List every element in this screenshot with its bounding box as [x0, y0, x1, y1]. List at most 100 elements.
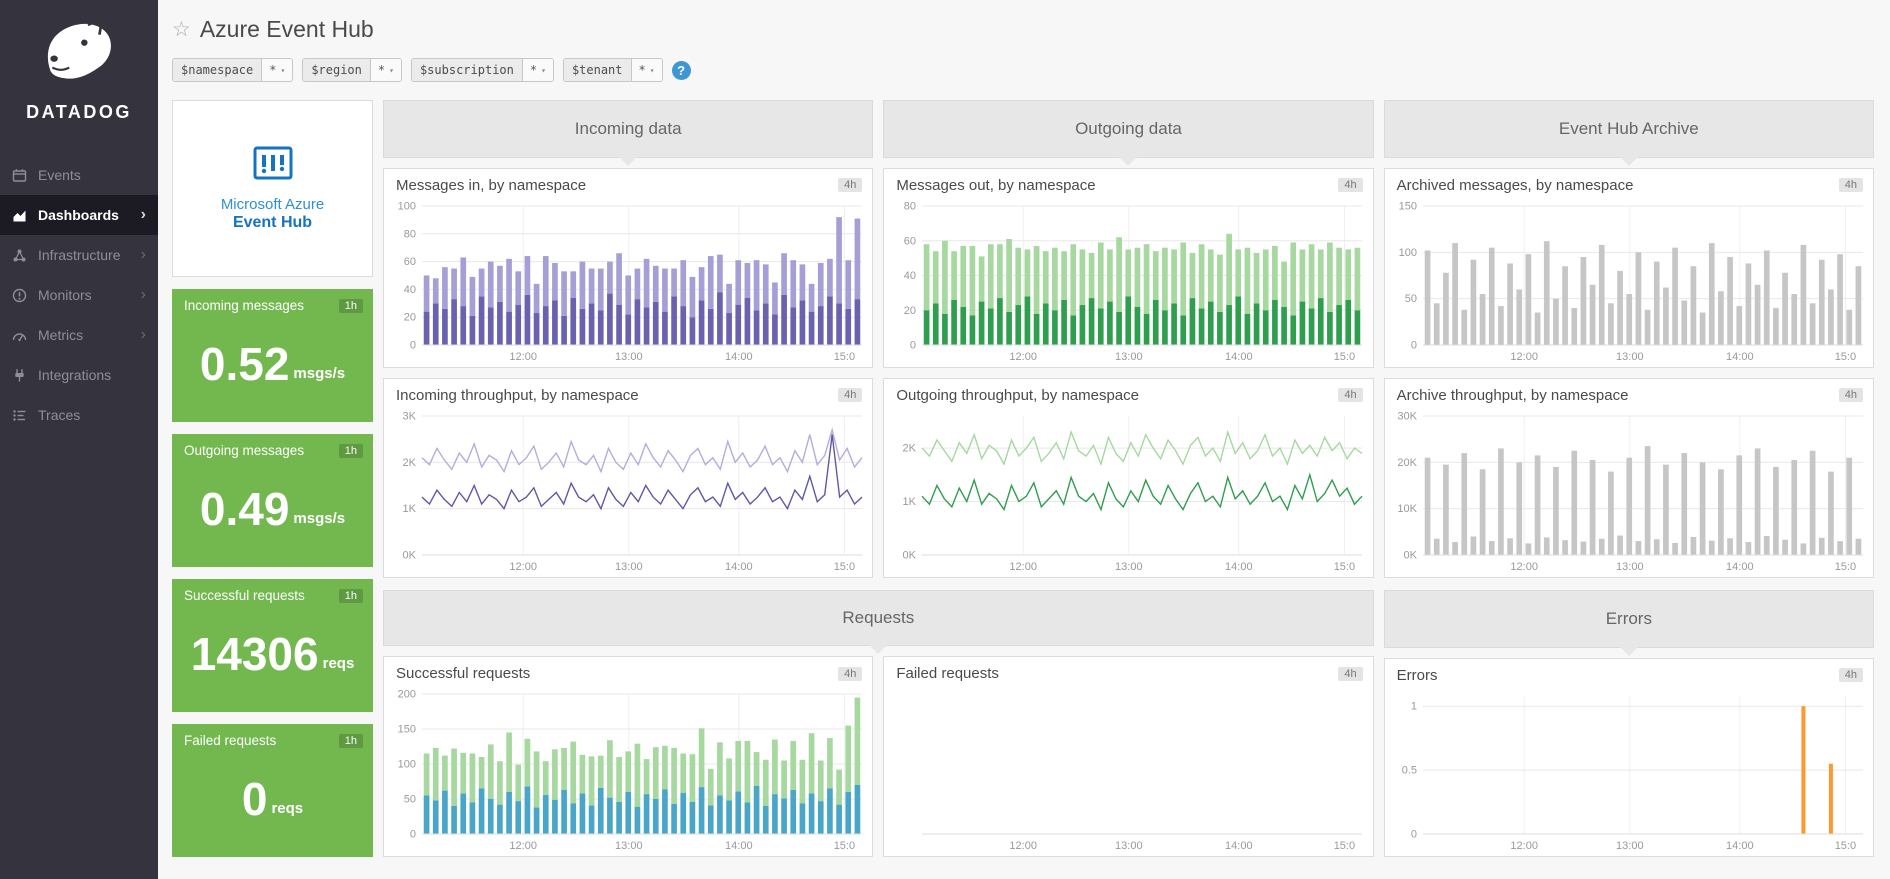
svg-text:12:00: 12:00	[1010, 351, 1038, 363]
caret-down-icon: ▾	[541, 65, 546, 75]
timeframe-badge: 4h	[1338, 666, 1363, 681]
template-var-value: *	[529, 63, 538, 77]
svg-text:14:00: 14:00	[1225, 840, 1253, 852]
sidebar-item-label: Monitors	[38, 287, 92, 303]
chart-plot-area[interactable]: 12:00 13:00 14:00 15:0 0 20 40 60 80	[884, 196, 1372, 367]
svg-text:3K: 3K	[403, 410, 417, 422]
sidebar-item-monitors[interactable]: Monitors ›	[0, 275, 158, 315]
chart-plot-area[interactable]: 12:00 13:00 14:00 15:0 0K 1K 2K 3K	[384, 406, 872, 577]
sidebar-item-integrations[interactable]: Integrations ›	[0, 355, 158, 395]
template-var-subscription[interactable]: $subscription * ▾	[410, 58, 554, 82]
svg-text:14:00: 14:00	[1726, 351, 1754, 363]
svg-text:20: 20	[404, 311, 416, 323]
svg-text:40: 40	[404, 284, 416, 296]
query-value-number: 0.49	[199, 482, 290, 535]
query-value-outgoing-messages: Outgoing messages 1h 0.49 msgs/s	[172, 434, 373, 567]
chart-plot-area[interactable]: 12:00 13:00 14:00 15:0 0K 1K 2K	[884, 406, 1372, 577]
query-value-incoming-messages: Incoming messages 1h 0.52 msgs/s	[172, 289, 373, 422]
svg-text:30K: 30K	[1397, 410, 1417, 422]
chart-messages-in: Messages in, by namespace 4h 12:00 13:00 1…	[383, 167, 874, 368]
sidebar-item-metrics[interactable]: Metrics ›	[0, 315, 158, 355]
svg-text:12:00: 12:00	[1510, 351, 1538, 363]
svg-text:2K: 2K	[403, 457, 417, 469]
sidebar-item-traces[interactable]: Traces ›	[0, 395, 158, 435]
chart-plot-area[interactable]: 12:00 13:00 14:00 15:0 0 0.5 1	[1385, 686, 1873, 856]
template-var-value: *	[377, 63, 386, 77]
query-value-unit: reqs	[271, 799, 304, 817]
svg-text:80: 80	[404, 228, 416, 240]
svg-text:14:00: 14:00	[1225, 351, 1253, 363]
query-value-unit: reqs	[322, 654, 355, 672]
caret-down-icon: ▾	[280, 65, 286, 75]
events-icon	[12, 167, 28, 183]
query-value-label: Incoming messages	[184, 298, 305, 313]
svg-text:50: 50	[404, 794, 416, 806]
chart-plot-area[interactable]: 12:00 13:00 14:00 15:0 0 20 40 60 80 100	[384, 196, 872, 367]
group-header-requests[interactable]: Requests	[383, 590, 1374, 654]
help-icon[interactable]: ?	[671, 60, 691, 80]
chevron-right-icon: ›	[140, 206, 146, 223]
template-var-tenant[interactable]: $tenant * ▾	[562, 58, 663, 82]
group-header-errors[interactable]: Errors	[1383, 590, 1874, 656]
chart-successful-requests: Successful requests 4h 12:00 13:00 14:00 15…	[383, 656, 874, 857]
svg-text:0K: 0K	[1403, 549, 1417, 561]
template-var-region[interactable]: $region * ▾	[302, 58, 402, 82]
datadog-logo[interactable]: DATADOG	[0, 0, 158, 129]
chart-title: Incoming throughput, by namespace	[396, 386, 639, 404]
group-header-outgoing-data[interactable]: Outgoing data	[883, 100, 1374, 166]
query-value-number: 14306	[190, 627, 319, 680]
sidebar-item-infrastructure[interactable]: Infrastructure ›	[0, 235, 158, 275]
chart-archived-messages: Archived messages, by namespace 4h 12:00…	[1383, 167, 1874, 368]
sidebar-item-dashboards[interactable]: Dashboards ›	[0, 195, 158, 235]
group-header-incoming-data[interactable]: Incoming data	[383, 100, 874, 166]
chart-title: Outgoing throughput, by namespace	[896, 386, 1139, 404]
chevron-right-icon: ›	[140, 286, 146, 303]
chart-plot-area[interactable]: 12:00 13:00 14:00 15:0 0 50 100 150	[1385, 196, 1873, 367]
svg-text:13:00: 13:00	[1616, 840, 1644, 852]
sidebar-item-label: Traces	[38, 407, 81, 423]
timeframe-badge: 1h	[338, 298, 363, 313]
group-notch	[1619, 156, 1638, 166]
chart-errors: Errors 4h 12:00 13:00 14:00 15:0 0 0.5 1	[1383, 657, 1874, 857]
svg-text:0K: 0K	[403, 549, 417, 561]
query-value-label: Failed requests	[184, 733, 277, 748]
group-requests: Requests Successful requests 4h 12:00 13:…	[383, 590, 1374, 857]
sidebar-item-events[interactable]: Events ›	[0, 155, 158, 195]
svg-text:0: 0	[410, 339, 416, 351]
chart-plot-area[interactable]: 12:00 13:00 14:00 15:0 0K 10K 20K 30K	[1385, 406, 1873, 577]
svg-text:14:00: 14:00	[725, 351, 753, 363]
svg-text:80: 80	[904, 200, 916, 212]
group-incoming-data: Incoming data Messages in, by namespace …	[383, 100, 874, 578]
template-var-namespace[interactable]: $namespace * ▾	[172, 58, 294, 82]
svg-text:100: 100	[398, 200, 416, 212]
template-var-value: *	[638, 63, 646, 77]
group-notch	[869, 645, 888, 654]
page-title: Azure Event Hub	[199, 15, 374, 42]
timeframe-badge: 1h	[338, 443, 363, 458]
template-var-name: $subscription	[411, 59, 523, 81]
sidebar-item-label: Events	[38, 167, 81, 183]
page-header: ☆ Azure Event Hub $namespace * ▾ $region …	[158, 0, 1890, 84]
group-header-event-hub-archive[interactable]: Event Hub Archive	[1383, 100, 1874, 166]
favorite-star-icon[interactable]: ☆	[172, 19, 191, 40]
sidebar-nav: Events › Dashboards › Infrastructure › M…	[0, 155, 158, 435]
chart-title: Failed requests	[896, 665, 999, 682]
svg-text:15:0: 15:0	[1334, 840, 1355, 852]
chart-plot-area[interactable]: 12:00 13:00 14:00 15:0	[884, 684, 1372, 856]
traces-icon	[12, 407, 28, 423]
svg-text:15:0: 15:0	[1834, 351, 1855, 363]
svg-text:12:00: 12:00	[509, 351, 537, 363]
datadog-wordmark: DATADOG	[26, 102, 132, 122]
group-event-hub-archive: Event Hub Archive Archived messages, by …	[1383, 100, 1874, 578]
timeframe-badge: 4h	[838, 178, 863, 193]
group-notch	[1119, 156, 1138, 166]
dashboard-grid: Microsoft Azure Event Hub Incoming messa…	[172, 100, 1874, 857]
chart-plot-area[interactable]: 12:00 13:00 14:00 15:0 0 50 100 150 200	[384, 684, 872, 856]
metrics-icon	[12, 327, 28, 343]
svg-text:50: 50	[1404, 293, 1416, 305]
svg-text:12:00: 12:00	[1010, 561, 1038, 573]
query-value-unit: msgs/s	[293, 509, 346, 527]
chart-outgoing-throughput: Outgoing throughput, by namespace 4h 12:…	[883, 377, 1374, 578]
query-value-number: 0	[241, 772, 268, 825]
chart-title: Successful requests	[396, 665, 531, 682]
